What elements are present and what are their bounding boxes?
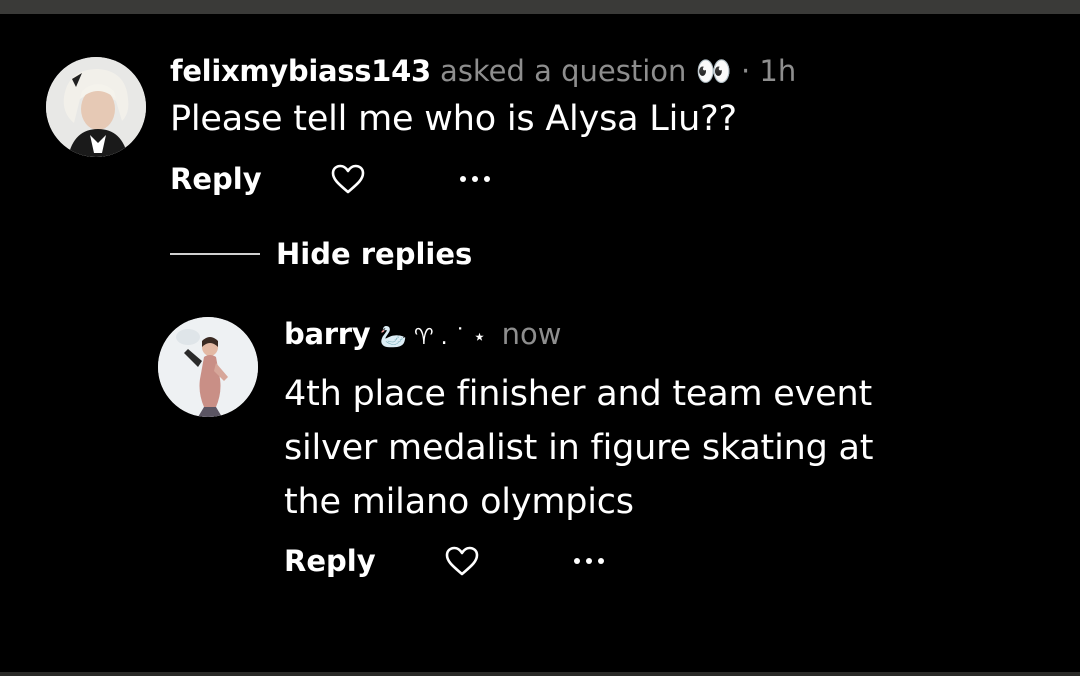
more-dot — [483, 176, 490, 182]
reply-text: 4th place finisher and team event silver… — [284, 367, 874, 529]
replier-username[interactable]: barry — [284, 317, 371, 351]
hide-replies-label: Hide replies — [276, 237, 473, 271]
replier-avatar[interactable] — [158, 317, 258, 417]
more-dot — [597, 558, 604, 564]
more-dot — [459, 176, 466, 182]
comment-more-button[interactable] — [459, 163, 490, 195]
comment-time: 1h — [759, 54, 797, 88]
reply-actions: Reply — [284, 543, 604, 579]
comment-activity: asked a question — [440, 54, 687, 88]
window-bottom-bar — [0, 672, 1080, 676]
comment-header: felixmybiass143 asked a question 👀 · 1h — [170, 53, 796, 89]
reply-text-line: silver medalist in figure skating at — [284, 428, 874, 468]
hide-replies-toggle[interactable]: Hide replies — [170, 236, 472, 272]
commenter-avatar-image — [46, 57, 146, 157]
hide-replies-divider — [170, 253, 260, 255]
comment-reply-button[interactable]: Reply — [170, 161, 262, 197]
more-dot — [585, 558, 592, 564]
reply-text-line: the milano olympics — [284, 482, 634, 522]
reply-reply-button[interactable]: Reply — [284, 543, 376, 579]
comment-text: Please tell me who is Alysa Liu?? — [170, 99, 737, 139]
name-decoration: 🦢 ♈ . ˙ ⋆ — [379, 325, 487, 350]
reply-header: barry 🦢 ♈ . ˙ ⋆ now — [284, 316, 561, 356]
reply-text-line: 4th place finisher and team event — [284, 374, 872, 414]
comment-like-button[interactable] — [330, 163, 366, 195]
meta-separator: · — [740, 54, 751, 88]
window-top-bar — [0, 0, 1080, 14]
reply-like-button[interactable] — [444, 545, 480, 577]
commenter-avatar[interactable] — [46, 57, 146, 157]
replier-avatar-image — [158, 317, 258, 417]
more-dot — [573, 558, 580, 564]
commenter-username[interactable]: felixmybiass143 — [170, 54, 431, 88]
reply-time: now — [501, 317, 562, 351]
heart-outline-icon — [331, 164, 364, 194]
eyes-emoji-icon: 👀 — [695, 54, 732, 88]
heart-outline-icon — [445, 546, 478, 576]
more-dot — [471, 176, 478, 182]
reply-more-button[interactable] — [573, 545, 604, 577]
comment-actions: Reply — [170, 161, 490, 197]
